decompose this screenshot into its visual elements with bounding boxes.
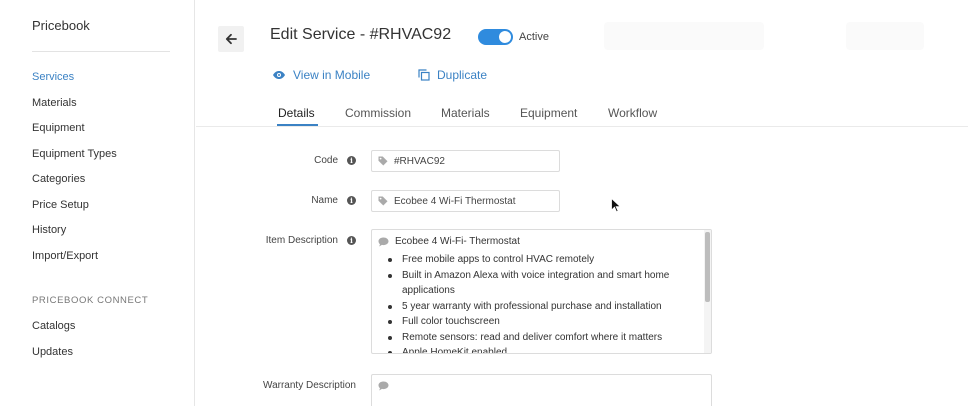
warranty-description-heading [378,381,389,391]
sidebar-item-catalogs[interactable]: Catalogs [32,320,75,332]
page-title: Edit Service - #RHVAC92 [270,26,452,43]
list-item: 5 year warranty with professional purcha… [388,299,702,315]
sidebar-item-services[interactable]: Services [32,71,74,83]
scrollbar-thumb[interactable] [705,232,710,302]
code-label: Code [314,155,338,166]
warranty-description-label: Warranty Description [263,380,356,391]
tab-equipment[interactable]: Equipment [520,106,577,120]
duplicate-label: Duplicate [437,68,488,82]
list-item: Full color touchscreen [388,314,702,330]
comment-icon [378,381,389,391]
back-button[interactable] [218,26,244,52]
list-item: Built in Amazon Alexa with voice integra… [388,268,702,299]
toggle-knob [499,31,511,43]
item-description-title: Ecobee 4 Wi-Fi- Thermostat [395,236,520,247]
duplicate-link[interactable]: Duplicate [418,68,487,82]
active-toggle-label: Active [519,31,549,43]
name-input[interactable] [394,195,554,207]
tag-icon [378,196,388,206]
code-input[interactable] [394,155,554,167]
mouse-cursor-icon [611,198,621,213]
list-item: Remote sensors: read and deliver comfort… [388,330,702,346]
sidebar-item-categories[interactable]: Categories [32,173,85,185]
sidebar-item-price-setup[interactable]: Price Setup [32,199,89,211]
tab-details[interactable]: Details [278,106,315,120]
sidebar-divider [32,51,170,52]
sidebar-title: Pricebook [32,18,90,33]
info-icon[interactable]: i [347,196,356,205]
list-item: Free mobile apps to control HVAC remotel… [388,252,702,268]
sidebar-item-import-export[interactable]: Import/Export [32,250,98,262]
sidebar-item-updates[interactable]: Updates [32,346,73,358]
copy-icon [418,69,430,81]
arrow-left-icon [225,33,237,45]
sidebar-item-materials[interactable]: Materials [32,97,77,109]
tabs-divider [196,126,968,127]
item-description-editor[interactable]: Ecobee 4 Wi-Fi- Thermostat Free mobile a… [371,229,712,354]
item-description-label: Item Description [265,235,338,246]
sidebar-item-equipment[interactable]: Equipment [32,122,85,134]
tab-materials[interactable]: Materials [441,106,490,120]
name-label: Name [311,195,338,206]
list-item: Apple HomeKit enabled [388,345,702,353]
sidebar-item-history[interactable]: History [32,224,66,236]
sidebar: Pricebook Services Materials Equipment E… [0,0,195,406]
view-in-mobile-label: View in Mobile [293,68,371,82]
active-toggle[interactable] [478,29,513,45]
eye-icon [273,71,285,79]
name-field[interactable] [371,190,560,212]
item-description-scrollbar[interactable] [704,230,711,353]
comment-icon [378,237,389,246]
tag-icon [378,156,388,166]
item-description-list: Free mobile apps to control HVAC remotel… [388,252,702,353]
tab-workflow[interactable]: Workflow [608,106,657,120]
view-in-mobile-link[interactable]: View in Mobile [272,68,370,82]
header-placeholder [604,22,764,50]
code-field[interactable] [371,150,560,172]
sidebar-section-heading: PRICEBOOK CONNECT [32,295,149,306]
info-icon[interactable]: i [347,156,356,165]
info-icon[interactable]: i [347,236,356,245]
tab-commission[interactable]: Commission [345,106,411,120]
header-placeholder [846,22,924,50]
warranty-description-editor[interactable] [371,374,712,406]
item-description-heading: Ecobee 4 Wi-Fi- Thermostat [378,236,520,247]
sidebar-item-equipment-types[interactable]: Equipment Types [32,148,117,160]
